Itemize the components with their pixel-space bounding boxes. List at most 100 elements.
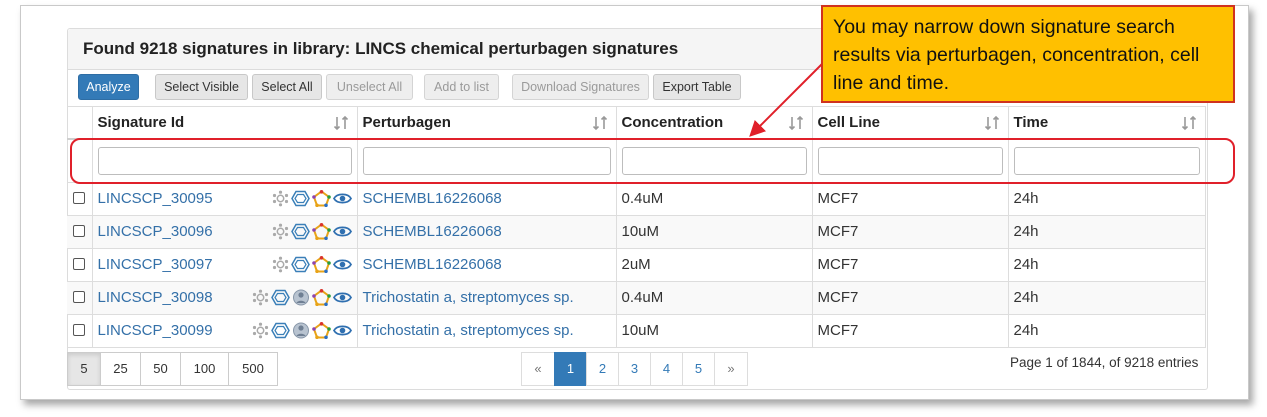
column-header-concentration[interactable]: Concentration <box>615 106 813 140</box>
unselect-all-button[interactable]: Unselect All <box>326 74 413 100</box>
time-cell: 24h <box>1007 214 1206 249</box>
column-label: Concentration <box>621 113 724 131</box>
sort-icon[interactable] <box>788 115 804 131</box>
gene-network-icon[interactable] <box>252 322 269 339</box>
time-cell: 24h <box>1007 313 1206 348</box>
sort-icon[interactable] <box>592 115 608 131</box>
view-eye-icon[interactable] <box>332 223 352 240</box>
view-eye-icon[interactable] <box>332 322 352 339</box>
checkbox-column-header <box>67 106 93 140</box>
signature-id-link[interactable]: LINCSCP_30099 <box>98 322 213 339</box>
annotation-callout: You may narrow down signature search res… <box>821 5 1235 103</box>
table-row: LINCSCP_30096 SCHEMBL16226068 10uM MCF7 … <box>67 214 1206 249</box>
structure-icon[interactable] <box>290 190 310 207</box>
perturbagen-link[interactable]: SCHEMBL16226068 <box>363 190 502 207</box>
page-size-5-button[interactable]: 5 <box>67 352 101 386</box>
row-checkbox[interactable] <box>73 257 86 270</box>
page-3-button[interactable]: 3 <box>618 352 651 386</box>
row-actions <box>252 321 352 339</box>
select-visible-button[interactable]: Select Visible <box>155 74 248 100</box>
concentration-cell: 0.4uM <box>615 280 813 315</box>
enrichment-icon[interactable] <box>311 255 331 273</box>
page-5-button[interactable]: 5 <box>682 352 715 386</box>
page-2-button[interactable]: 2 <box>586 352 619 386</box>
previous-page-button[interactable]: « <box>521 352 555 386</box>
page-size-100-button[interactable]: 100 <box>180 352 229 386</box>
table-row: LINCSCP_30099 Trichostatin a, streptomyc… <box>67 313 1206 348</box>
filter-row <box>67 138 1206 183</box>
perturbagen-link[interactable]: SCHEMBL16226068 <box>363 256 502 273</box>
time-cell: 24h <box>1007 181 1206 216</box>
signature-id-filter-input[interactable] <box>97 146 352 175</box>
row-actions <box>272 222 352 240</box>
column-header-signature-id[interactable]: Signature Id <box>91 106 358 140</box>
enrichment-icon[interactable] <box>311 222 331 240</box>
next-page-button[interactable]: » <box>714 352 748 386</box>
page-size-50-button[interactable]: 50 <box>140 352 181 386</box>
add-to-list-button[interactable]: Add to list <box>424 74 499 100</box>
perturbagen-link[interactable]: Trichostatin a, streptomyces sp. <box>363 322 574 339</box>
row-checkbox[interactable] <box>73 323 86 336</box>
page-info: Page 1 of 1844, of 9218 entries <box>1010 355 1199 370</box>
sort-icon[interactable] <box>333 115 349 131</box>
enrichment-icon[interactable] <box>311 321 331 339</box>
signature-id-link[interactable]: LINCSCP_30095 <box>98 190 213 207</box>
row-checkbox[interactable] <box>73 224 86 237</box>
cell-line-filter-input[interactable] <box>817 146 1003 175</box>
structure-icon[interactable] <box>290 223 310 240</box>
enrichment-icon[interactable] <box>311 189 331 207</box>
row-actions <box>252 288 352 306</box>
page-size-500-button[interactable]: 500 <box>228 352 278 386</box>
page-4-button[interactable]: 4 <box>650 352 683 386</box>
gene-network-icon[interactable] <box>272 256 289 273</box>
analyze-button[interactable]: Analyze <box>78 74 139 100</box>
gene-network-icon[interactable] <box>252 289 269 306</box>
gene-network-icon[interactable] <box>272 190 289 207</box>
structure-icon[interactable] <box>270 322 290 339</box>
view-eye-icon[interactable] <box>332 190 352 207</box>
sort-icon[interactable] <box>1181 115 1197 131</box>
pagination: « 1 2 3 4 5 » <box>521 352 748 386</box>
page-size-25-button[interactable]: 25 <box>100 352 141 386</box>
concentration-cell: 0.4uM <box>615 181 813 216</box>
signatures-table: Signature Id Perturbagen Concentration C… <box>67 106 1206 348</box>
column-header-perturbagen[interactable]: Perturbagen <box>356 106 617 140</box>
time-filter-input[interactable] <box>1013 146 1200 175</box>
download-signatures-button[interactable]: Download Signatures <box>512 74 649 100</box>
page-1-button[interactable]: 1 <box>554 352 587 386</box>
row-checkbox[interactable] <box>73 191 86 204</box>
sort-icon[interactable] <box>984 115 1000 131</box>
row-actions <box>272 255 352 273</box>
header-row: Signature Id Perturbagen Concentration C… <box>67 106 1206 140</box>
page-size-selector: 5 25 50 100 500 <box>67 352 278 386</box>
perturbagen-link[interactable]: SCHEMBL16226068 <box>363 223 502 240</box>
cell-line-cell: MCF7 <box>811 247 1009 282</box>
perturbagen-filter-input[interactable] <box>362 146 611 175</box>
gene-network-icon[interactable] <box>272 223 289 240</box>
table-row: LINCSCP_30097 SCHEMBL16226068 2uM MCF7 2… <box>67 247 1206 282</box>
column-header-cell-line[interactable]: Cell Line <box>811 106 1009 140</box>
results-title: Found 9218 signatures in library: LINCS … <box>83 39 679 58</box>
select-all-button[interactable]: Select All <box>252 74 322 100</box>
signature-id-link[interactable]: LINCSCP_30098 <box>98 289 213 306</box>
cell-line-cell: MCF7 <box>811 280 1009 315</box>
perturbagen-link[interactable]: Trichostatin a, streptomyces sp. <box>363 289 574 306</box>
export-table-button[interactable]: Export Table <box>653 74 741 100</box>
concentration-filter-input[interactable] <box>621 146 807 175</box>
drug-info-icon[interactable] <box>292 322 310 339</box>
enrichment-icon[interactable] <box>311 288 331 306</box>
drug-info-icon[interactable] <box>292 289 310 306</box>
structure-icon[interactable] <box>290 256 310 273</box>
column-header-time[interactable]: Time <box>1007 106 1206 140</box>
structure-icon[interactable] <box>270 289 290 306</box>
column-label: Time <box>1013 113 1049 131</box>
concentration-cell: 10uM <box>615 313 813 348</box>
view-eye-icon[interactable] <box>332 289 352 306</box>
row-checkbox[interactable] <box>73 290 86 303</box>
cell-line-cell: MCF7 <box>811 181 1009 216</box>
signature-id-link[interactable]: LINCSCP_30096 <box>98 223 213 240</box>
view-eye-icon[interactable] <box>332 256 352 273</box>
column-label: Signature Id <box>97 113 185 131</box>
concentration-cell: 10uM <box>615 214 813 249</box>
signature-id-link[interactable]: LINCSCP_30097 <box>98 256 213 273</box>
